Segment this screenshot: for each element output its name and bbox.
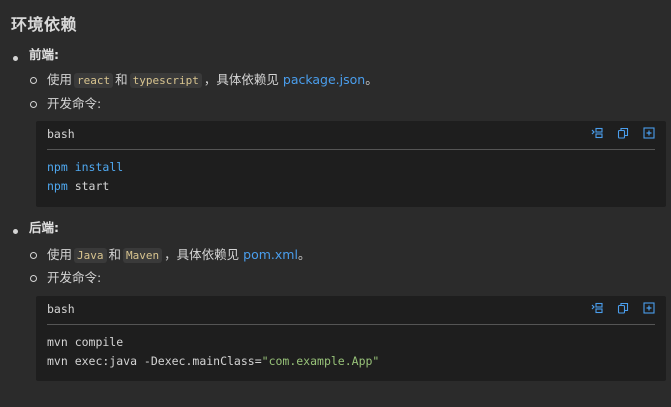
inline-code-react: react [74, 73, 114, 88]
code-line-1: npm install [47, 159, 123, 175]
code-command: mvn exec:java -Dexec.mainClass= [47, 354, 262, 368]
inline-code-typescript: typescript [129, 73, 202, 88]
backend-label-text: 后端 [29, 220, 55, 235]
package-json-link[interactable]: package.json [283, 72, 365, 87]
backend-dev-label: 开发命令: [47, 270, 102, 285]
insert-at-cursor-icon[interactable] [591, 302, 603, 314]
frontend-period: 。 [365, 72, 378, 87]
backend-label-colon: : [54, 220, 60, 235]
code-block-header: bash [47, 121, 655, 150]
backend-usage-suffix: ，具体依赖见 [164, 247, 240, 262]
code-language-label: bash [47, 302, 75, 316]
backend-code-block: bash mvn compile mvn exec:java -Dexec.ma… [36, 296, 666, 381]
backend-period: 。 [297, 247, 311, 262]
sub-bullet-backend-usage [30, 252, 37, 259]
copy-icon[interactable] [617, 127, 629, 139]
bullet-frontend [13, 56, 18, 61]
frontend-usage-line: 使用 react 和 typescript ，具体依赖见 package.json。 [47, 72, 378, 89]
frontend-usage-prefix: 使用 [47, 72, 73, 87]
backend-label: 后端: [29, 220, 59, 236]
next-heading-cutoff [0, 400, 60, 407]
inline-code-java: Java [74, 248, 107, 263]
bullet-backend [13, 229, 18, 234]
frontend-label-text: 前端 [29, 47, 55, 62]
page: 环境依赖 前端: 使用 react 和 typescript ，具体依赖见 packag… [0, 0, 671, 407]
code-arg: install [67, 160, 124, 174]
backend-usage-prefix: 使用 [47, 247, 73, 262]
code-actions [591, 127, 655, 139]
frontend-dev-label: 开发命令: [47, 96, 102, 111]
copy-icon[interactable] [617, 302, 629, 314]
pom-xml-link[interactable]: pom.xml [243, 247, 298, 262]
frontend-label: 前端: [29, 47, 59, 63]
code-actions [591, 302, 655, 314]
frontend-label-colon: : [54, 47, 60, 62]
code-language-label: bash [47, 127, 75, 141]
inline-code-maven: Maven [123, 248, 163, 263]
frontend-code-block: bash npm install npm start [36, 121, 666, 207]
section-heading: 环境依赖 [11, 15, 78, 34]
code-line-2: mvn exec:java -Dexec.mainClass="com.exam… [47, 353, 379, 369]
backend-and: 和 [108, 247, 122, 262]
code-line-2: npm start [47, 178, 109, 194]
insert-at-cursor-icon[interactable] [591, 127, 603, 139]
backend-usage-line: 使用 Java 和 Maven ，具体依赖见 pom.xml。 [47, 247, 310, 264]
new-file-icon[interactable] [643, 302, 655, 314]
sub-bullet-frontend-dev [30, 101, 37, 108]
code-keyword: npm [47, 160, 68, 174]
new-file-icon[interactable] [643, 127, 655, 139]
code-string: "com.example.App" [261, 354, 380, 368]
frontend-and: 和 [115, 72, 128, 87]
code-block-header: bash [47, 296, 655, 325]
code-keyword: npm [47, 179, 68, 193]
frontend-usage-suffix: ，具体依赖见 [203, 72, 279, 87]
sub-bullet-frontend-usage [30, 77, 37, 84]
code-arg: start [67, 179, 110, 193]
sub-bullet-backend-dev [30, 275, 37, 282]
code-line-1: mvn compile [47, 335, 124, 349]
